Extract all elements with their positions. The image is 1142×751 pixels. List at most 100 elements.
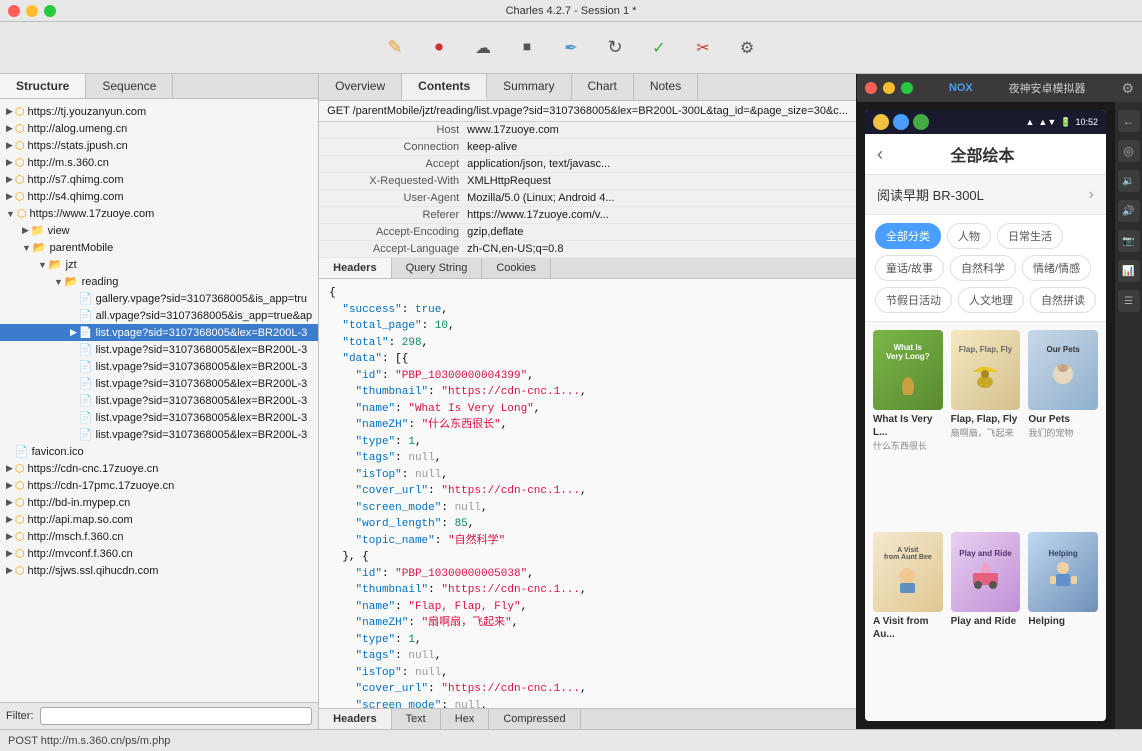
emu-icon-target[interactable]: ◎ (1118, 140, 1140, 162)
filter-input[interactable] (40, 707, 313, 725)
emu-icon-vol-up[interactable]: 🔊 (1118, 200, 1140, 222)
cat-tag-phonics[interactable]: 自然拼读 (1030, 287, 1096, 313)
tree-item-cdn-17pmc[interactable]: ▶ ⬡ https://cdn-17pmc.17zuoye.cn (0, 477, 318, 494)
tree-item-list-vpage-3[interactable]: ▶ 📄 list.vpage?sid=3107368005&lex=BR200L… (0, 358, 318, 375)
tree-item-parentmobile[interactable]: ▼ 📂 parentMobile (0, 239, 318, 256)
emulator-close-button[interactable] (865, 82, 877, 94)
cat-tag-fairytale[interactable]: 童话/故事 (875, 255, 944, 281)
emu-icon-camera[interactable]: 📷 (1118, 230, 1140, 252)
book-item-what-is-very-long[interactable]: What Is Very Long? What Is Very L... 什么东… (873, 330, 943, 524)
tab-structure[interactable]: Structure (0, 74, 86, 98)
book-item-helping[interactable]: Helping Helping (1028, 532, 1098, 713)
tree-item-favicon[interactable]: ▶ 📄 favicon.ico (0, 443, 318, 460)
cat-tag-all[interactable]: 全部分类 (875, 223, 941, 249)
tree-item-list-vpage-4[interactable]: ▶ 📄 list.vpage?sid=3107368005&lex=BR200L… (0, 375, 318, 392)
tab-notes[interactable]: Notes (634, 74, 698, 100)
back-button[interactable]: ‹ (877, 144, 883, 165)
tree-item-view[interactable]: ▶ 📁 view (0, 222, 318, 239)
tree-item-label: https://cdn-cnc.17zuoye.cn (28, 463, 159, 475)
tree-item-stats-jpush[interactable]: ▶ ⬡ https://stats.jpush.cn (0, 137, 318, 154)
emu-icon-back[interactable]: ← (1118, 110, 1140, 132)
tree-item-reading[interactable]: ▼ 📂 reading (0, 273, 318, 290)
tab-sequence[interactable]: Sequence (86, 74, 173, 98)
settings-button[interactable]: ⚙ (731, 32, 763, 64)
cat-tag-emotion[interactable]: 情绪/情感 (1022, 255, 1091, 281)
category-tags: 全部分类 人物 日常生活 童话/故事 自然科学 情绪/情感 节假日活动 人文地理… (865, 215, 1106, 322)
tree-item-jzt[interactable]: ▼ 📂 jzt (0, 256, 318, 273)
tab-chart[interactable]: Chart (572, 74, 634, 100)
tree-item-s7[interactable]: ▶ ⬡ http://s7.qhimg.com (0, 171, 318, 188)
file-icon: 📄 (79, 343, 93, 356)
tab-summary[interactable]: Summary (487, 74, 571, 100)
check-button[interactable]: ✓ (643, 32, 675, 64)
expand-icon: ▶ (6, 157, 13, 168)
tree-item-tj-youzanyun[interactable]: ▶ ⬡ https://tj.youzanyun.com (0, 103, 318, 120)
tree-item-all-vpage[interactable]: ▶ 📄 all.vpage?sid=3107368005&is_app=true… (0, 307, 318, 324)
cat-tag-culture[interactable]: 人文地理 (958, 287, 1024, 313)
tree-item-m-s-360[interactable]: ▶ ⬡ http://m.s.360.cn (0, 154, 318, 171)
tree-item-list-vpage-7[interactable]: ▶ 📄 list.vpage?sid=3107368005&lex=BR200L… (0, 426, 318, 443)
cat-tag-daily[interactable]: 日常生活 (997, 223, 1063, 249)
tree-item-alog[interactable]: ▶ ⬡ http://alog.umeng.cn (0, 120, 318, 137)
tree-item-s4[interactable]: ▶ ⬡ http://s4.qhimg.com (0, 188, 318, 205)
emulator-settings-icon[interactable]: ⚙ (1121, 80, 1134, 97)
tree-item-sjws[interactable]: ▶ ⬡ http://sjws.ssl.qihucdn.com (0, 562, 318, 579)
detail-x-requested: X-Requested-With XMLHttpRequest (319, 173, 856, 190)
folder-icon: ⬡ (15, 139, 25, 152)
tab-overview[interactable]: Overview (319, 74, 402, 100)
bottom-tab-compressed[interactable]: Compressed (489, 709, 580, 729)
tools-button[interactable]: ✂ (687, 32, 719, 64)
book-item-flap-flap-fly[interactable]: Flap, Flap, Fly Flap, Flap, Fly 扇啊扇，飞起来 (951, 330, 1021, 524)
tree-item-17zuoye[interactable]: ▼ ⬡ https://www.17zuoye.com (0, 205, 318, 222)
sub-tab-cookies[interactable]: Cookies (482, 258, 551, 278)
bottom-tab-hex[interactable]: Hex (441, 709, 490, 729)
android-icon-1 (873, 114, 889, 130)
filter-bar: Filter: (0, 702, 318, 729)
maximize-button[interactable] (44, 5, 56, 17)
sub-tab-headers[interactable]: Headers (319, 258, 391, 278)
cloud-button[interactable]: ☁ (467, 32, 499, 64)
cat-tag-nature[interactable]: 自然科学 (950, 255, 1016, 281)
tree-item-mvconf[interactable]: ▶ ⬡ http://mvconf.f.360.cn (0, 545, 318, 562)
tree-item-list-vpage-6[interactable]: ▶ 📄 list.vpage?sid=3107368005&lex=BR200L… (0, 409, 318, 426)
emulator-min-button[interactable] (883, 82, 895, 94)
refresh-button[interactable]: ↻ (599, 32, 631, 64)
minimize-button[interactable] (26, 5, 38, 17)
tree-item-api-map[interactable]: ▶ ⬡ http://api.map.so.com (0, 511, 318, 528)
emulator-max-button[interactable] (901, 82, 913, 94)
stop-button[interactable]: ⏹ (511, 32, 543, 64)
file-icon: 📄 (15, 445, 29, 458)
reading-level-bar[interactable]: 阅读早期 BR-300L › (865, 175, 1106, 215)
record-button[interactable]: ⏺ (423, 32, 455, 64)
json-line-istop-2: "isTop": null, (329, 665, 846, 682)
window-title: Charles 4.2.7 - Session 1 * (506, 5, 637, 17)
book-item-our-pets[interactable]: Our Pets Our Pets (1028, 330, 1098, 524)
tree-item-bd-in-mypep[interactable]: ▶ ⬡ http://bd-in.mypep.cn (0, 494, 318, 511)
emu-icon-vol-down[interactable]: 🔉 (1118, 170, 1140, 192)
tree-item-list-vpage-2[interactable]: ▶ 📄 list.vpage?sid=3107368005&lex=BR200L… (0, 341, 318, 358)
tab-contents[interactable]: Contents (402, 74, 487, 100)
tree-item-label: view (48, 225, 70, 237)
tree-item-cdn-cnc[interactable]: ▶ ⬡ https://cdn-cnc.17zuoye.cn (0, 460, 318, 477)
book-item-a-visit[interactable]: A Visit from Aunt Bee A Visit from Au... (873, 532, 943, 713)
emu-icon-menu[interactable]: ☰ (1118, 290, 1140, 312)
bottom-tab-headers[interactable]: Headers (319, 709, 391, 729)
reading-level-arrow: › (1089, 186, 1094, 204)
emu-icon-chart[interactable]: 📊 (1118, 260, 1140, 282)
cat-tag-holiday[interactable]: 节假日活动 (875, 287, 952, 313)
tree-item-list-vpage-5[interactable]: ▶ 📄 list.vpage?sid=3107368005&lex=BR200L… (0, 392, 318, 409)
book-item-play-and-ride[interactable]: Play and Ride Play and Ride (951, 532, 1021, 713)
tree-item-gallery-vpage[interactable]: ▶ 📄 gallery.vpage?sid=3107368005&is_app=… (0, 290, 318, 307)
pen-button[interactable]: ✒ (555, 32, 587, 64)
main-layout: Structure Sequence ▶ ⬡ https://tj.youzan… (0, 74, 1142, 729)
close-button[interactable] (8, 5, 20, 17)
tree-item-msch-360[interactable]: ▶ ⬡ http://msch.f.360.cn (0, 528, 318, 545)
pointer-tool-button[interactable]: ✎ (379, 32, 411, 64)
bottom-tab-text[interactable]: Text (392, 709, 441, 729)
cat-tag-people[interactable]: 人物 (947, 223, 991, 249)
folder-icon: 📂 (49, 258, 63, 271)
status-bar: POST http://m.s.360.cn/ps/m.php (0, 729, 1142, 751)
tree-item-list-vpage-selected[interactable]: ▶ 📄 list.vpage?sid=3107368005&lex=BR200L… (0, 324, 318, 341)
android-left-icons (873, 114, 929, 130)
sub-tab-query-string[interactable]: Query String (392, 258, 483, 278)
